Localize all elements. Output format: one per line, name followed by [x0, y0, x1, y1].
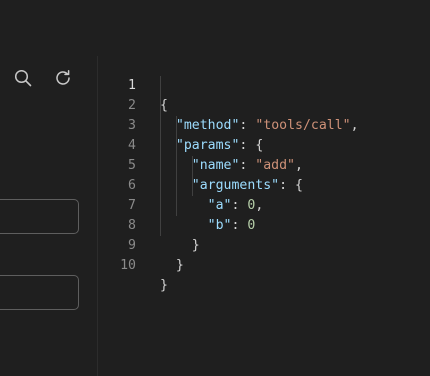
brace: } [175, 258, 184, 273]
refresh-icon [56, 70, 70, 85]
code-text: } [160, 276, 168, 296]
code-line-2: 2 "method": "tools/call", [98, 76, 430, 133]
code-line-6: 6 "a": 0, [98, 156, 430, 213]
code-line-4: 4 "name": "add", [98, 116, 430, 173]
text-input-2[interactable] [0, 276, 78, 309]
app-window: 1 { 2 "method": "tools/call", 3 "params"… [0, 0, 430, 376]
code-line-10: 10 } [98, 236, 430, 293]
brace: } [160, 278, 168, 293]
code-line-9: 9 } [98, 216, 430, 273]
code-text: } [160, 256, 184, 276]
refresh-button[interactable] [53, 68, 73, 88]
json-editor[interactable]: 1 { 2 "method": "tools/call", 3 "params"… [98, 56, 430, 376]
line-number: 10 [120, 258, 136, 273]
left-panel [0, 0, 97, 376]
code-line-1: 1 { [98, 56, 430, 113]
input-field-1[interactable] [0, 199, 79, 234]
search-button[interactable] [13, 68, 33, 88]
input-field-2[interactable] [0, 275, 79, 310]
code-line-7: 7 "b": 0 [98, 176, 430, 233]
code-line-8: 8 } [98, 196, 430, 253]
search-icon [14, 69, 32, 87]
code-line-5: 5 "arguments": { [98, 136, 430, 193]
code-line-3: 3 "params": { [98, 96, 430, 153]
text-input-1[interactable] [0, 200, 78, 233]
